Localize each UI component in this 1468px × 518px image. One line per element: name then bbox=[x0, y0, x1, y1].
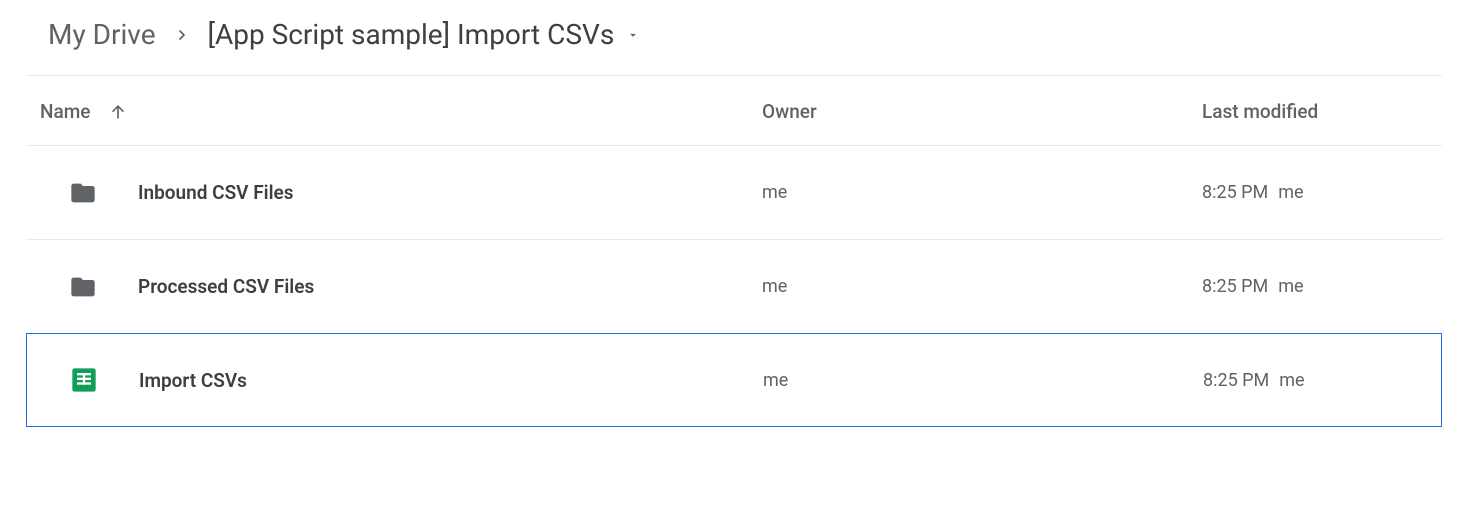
breadcrumb-root[interactable]: My Drive bbox=[48, 18, 156, 51]
caret-down-icon bbox=[626, 28, 640, 42]
file-modified-by: me bbox=[1278, 182, 1303, 203]
breadcrumb: My Drive [App Script sample] Import CSVs bbox=[0, 18, 1468, 75]
folder-icon bbox=[66, 179, 100, 207]
file-name-label: Import CSVs bbox=[139, 369, 247, 392]
file-modified-by: me bbox=[1278, 276, 1303, 297]
file-owner-cell: me bbox=[762, 276, 1202, 297]
file-name-cell: Inbound CSV Files bbox=[26, 179, 762, 207]
file-row[interactable]: Import CSVs me 8:25 PM me bbox=[26, 333, 1442, 427]
file-owner-cell: me bbox=[762, 182, 1202, 203]
column-modified-label: Last modified bbox=[1202, 100, 1318, 123]
breadcrumb-current[interactable]: [App Script sample] Import CSVs bbox=[208, 18, 641, 51]
file-name-label: Processed CSV Files bbox=[138, 275, 314, 298]
file-modified-time: 8:25 PM bbox=[1202, 182, 1268, 203]
file-modified-cell: 8:25 PM me bbox=[1203, 370, 1441, 391]
column-header-row: Name Owner Last modified bbox=[26, 76, 1442, 146]
file-modified-time: 8:25 PM bbox=[1202, 276, 1268, 297]
file-modified-by: me bbox=[1279, 370, 1304, 391]
file-modified-cell: 8:25 PM me bbox=[1202, 276, 1442, 297]
breadcrumb-current-label: [App Script sample] Import CSVs bbox=[208, 18, 615, 51]
file-name-cell: Processed CSV Files bbox=[26, 273, 762, 301]
file-modified-cell: 8:25 PM me bbox=[1202, 182, 1442, 203]
folder-icon bbox=[66, 273, 100, 301]
column-name-label: Name bbox=[40, 100, 90, 123]
column-header-modified[interactable]: Last modified bbox=[1202, 100, 1442, 123]
file-owner-cell: me bbox=[763, 370, 1203, 391]
file-modified-time: 8:25 PM bbox=[1203, 370, 1269, 391]
column-header-owner[interactable]: Owner bbox=[762, 100, 1202, 123]
file-row[interactable]: Processed CSV Files me 8:25 PM me bbox=[26, 240, 1442, 334]
drive-file-list: My Drive [App Script sample] Import CSVs… bbox=[0, 0, 1468, 428]
file-name-cell: Import CSVs bbox=[27, 366, 763, 394]
column-header-name[interactable]: Name bbox=[26, 100, 762, 123]
column-owner-label: Owner bbox=[762, 100, 817, 123]
arrow-up-icon bbox=[108, 102, 128, 122]
file-row[interactable]: Inbound CSV Files me 8:25 PM me bbox=[26, 146, 1442, 240]
sheets-icon bbox=[67, 366, 101, 394]
chevron-right-icon bbox=[174, 27, 190, 43]
file-name-label: Inbound CSV Files bbox=[138, 181, 294, 204]
